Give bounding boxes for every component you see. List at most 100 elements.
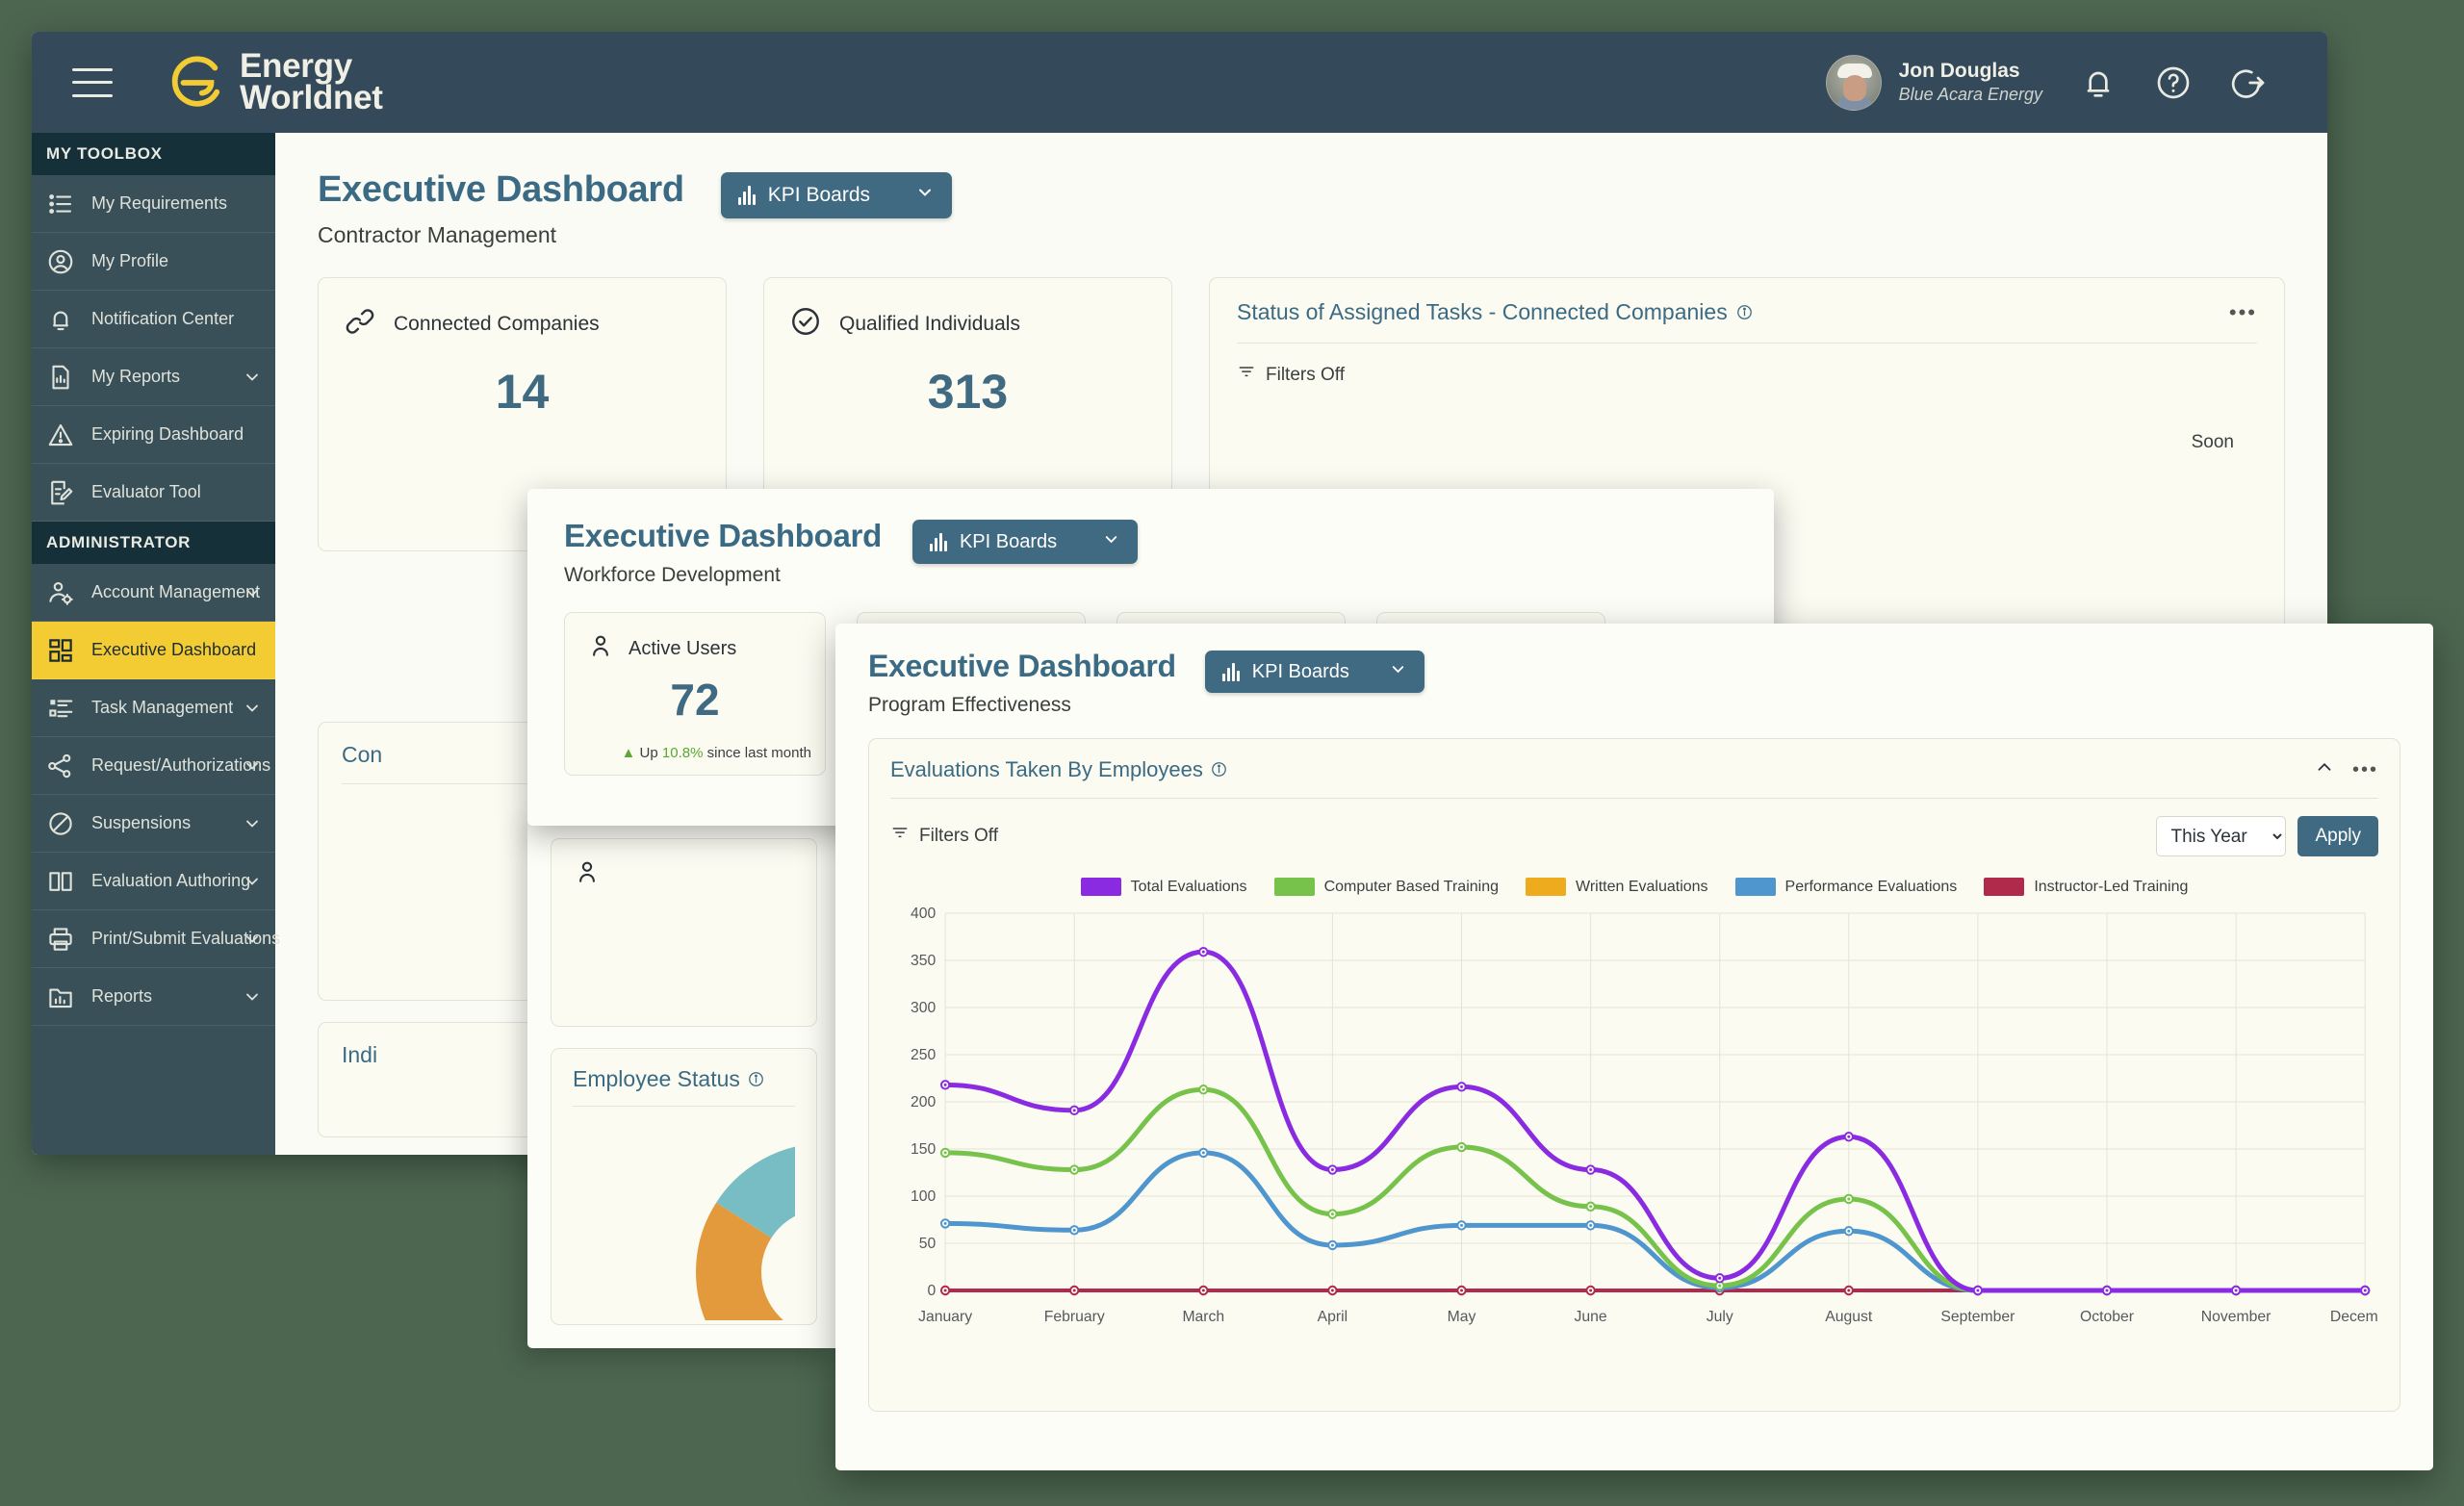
kpi-boards-label: KPI Boards xyxy=(1252,661,1349,683)
legend-item[interactable]: Total Evaluations xyxy=(1081,878,1247,896)
fragment-text-soon: Soon xyxy=(2192,432,2234,453)
page-subtitle: Workforce Development xyxy=(564,564,882,587)
date-range-select[interactable]: This Year xyxy=(2156,816,2286,856)
chevron-up-icon[interactable] xyxy=(2314,756,2335,782)
legend-swatch xyxy=(1081,878,1121,896)
sidebar-item-label: Task Management xyxy=(91,698,233,718)
legend-item[interactable]: Written Evaluations xyxy=(1526,878,1708,896)
chevron-down-icon xyxy=(243,814,262,833)
bar-chart-icon xyxy=(930,532,947,551)
info-icon[interactable] xyxy=(748,1071,764,1087)
svg-text:September: September xyxy=(1940,1309,2015,1325)
window-workforce-lower-strip: Employee Status xyxy=(527,813,840,1348)
legend-item[interactable]: Performance Evaluations xyxy=(1735,878,1958,896)
avatar xyxy=(1826,55,1882,111)
person-icon xyxy=(573,875,602,891)
help-icon[interactable] xyxy=(2154,64,2193,102)
sidebar-item-my-requirements[interactable]: My Requirements xyxy=(32,175,275,233)
menu-toggle-icon[interactable] xyxy=(72,68,113,97)
page-subtitle: Contractor Management xyxy=(318,222,684,248)
legend-label: Total Evaluations xyxy=(1131,879,1247,896)
legend-item[interactable]: Instructor-Led Training xyxy=(1984,878,2188,896)
bar-chart-icon xyxy=(1222,662,1240,681)
logout-icon[interactable] xyxy=(2229,64,2268,102)
panel-evaluations-taken-by-employees: Evaluations Taken By Employees ••• Filte… xyxy=(868,738,2400,1412)
evaluations-line-chart: 050100150200250300350400JanuaryFebruaryM… xyxy=(890,904,2378,1356)
legend-swatch xyxy=(1984,878,2024,896)
sidebar-item-label: Evaluation Authoring xyxy=(91,871,250,891)
legend-label: Performance Evaluations xyxy=(1785,879,1958,896)
sidebar-item-reports[interactable]: Reports xyxy=(32,968,275,1026)
filters-status[interactable]: Filters Off xyxy=(890,824,998,849)
filter-icon xyxy=(890,824,910,849)
svg-text:July: July xyxy=(1707,1309,1733,1325)
kpi-boards-label: KPI Boards xyxy=(768,184,870,207)
sidebar-item-suspensions[interactable]: Suspensions xyxy=(32,795,275,853)
svg-text:250: 250 xyxy=(911,1047,936,1063)
apply-button[interactable]: Apply xyxy=(2297,816,2378,856)
app-topbar: Energy Worldnet Jon Douglas Blue Acara E… xyxy=(32,32,2327,133)
sidebar-item-print-submit-evaluations[interactable]: Print/Submit Evaluations xyxy=(32,910,275,968)
chart-legend: Total Evaluations Computer Based Training… xyxy=(890,878,2378,896)
chevron-down-icon xyxy=(243,872,262,891)
filters-status[interactable]: Filters Off xyxy=(1237,363,2257,388)
stat-value: 14 xyxy=(344,364,701,420)
chevron-down-icon xyxy=(243,699,262,718)
info-icon[interactable] xyxy=(1211,761,1227,778)
ellipsis-icon[interactable]: ••• xyxy=(2229,302,2257,323)
chevron-down-icon xyxy=(915,183,935,208)
sidebar-item-task-management[interactable]: Task Management xyxy=(32,679,275,737)
ban-icon xyxy=(46,809,75,838)
panel-title: Evaluations Taken By Employees xyxy=(890,757,1203,782)
kpi-boards-dropdown[interactable]: KPI Boards xyxy=(1205,651,1424,693)
svg-text:May: May xyxy=(1448,1309,1476,1325)
sidebar-item-label: My Profile xyxy=(91,251,168,271)
list-icon xyxy=(46,190,75,218)
legend-item[interactable]: Computer Based Training xyxy=(1274,878,1499,896)
kpi-boards-dropdown[interactable]: KPI Boards xyxy=(721,172,952,218)
legend-swatch xyxy=(1526,878,1566,896)
svg-text:April: April xyxy=(1318,1309,1348,1325)
user-gear-icon xyxy=(46,578,75,607)
sidebar-item-executive-dashboard[interactable]: Executive Dashboard xyxy=(32,622,275,679)
bell-icon[interactable] xyxy=(2079,64,2118,102)
svg-text:100: 100 xyxy=(911,1188,936,1205)
sidebar-item-expiring-dashboard[interactable]: Expiring Dashboard xyxy=(32,406,275,464)
stat-label: Connected Companies xyxy=(394,313,600,336)
sidebar-item-account-management[interactable]: Account Management xyxy=(32,564,275,622)
sidebar-item-evaluation-authoring[interactable]: Evaluation Authoring xyxy=(32,853,275,910)
card-employee-status: Employee Status xyxy=(551,1048,817,1325)
check-circle-icon xyxy=(789,305,822,343)
chevron-down-icon xyxy=(243,930,262,949)
sidebar-item-label: My Requirements xyxy=(91,193,227,214)
sidebar-item-label: Evaluator Tool xyxy=(91,482,201,502)
legend-label: Written Evaluations xyxy=(1576,879,1708,896)
warning-icon xyxy=(46,421,75,449)
user-block[interactable]: Jon Douglas Blue Acara Energy xyxy=(1826,55,2042,111)
sidebar-item-notification-center[interactable]: Notification Center xyxy=(32,291,275,348)
brand-line-2: Worldnet xyxy=(240,83,383,115)
task-list-icon xyxy=(46,694,75,723)
brand-text: Energy Worldnet xyxy=(240,51,383,115)
sidebar-item-my-profile[interactable]: My Profile xyxy=(32,233,275,291)
filter-icon xyxy=(1237,363,1256,388)
ellipsis-icon[interactable]: ••• xyxy=(2352,760,2378,779)
sidebar-item-my-reports[interactable]: My Reports xyxy=(32,348,275,406)
sidebar-item-evaluator-tool[interactable]: Evaluator Tool xyxy=(32,464,275,522)
sidebar-item-request-authorizations[interactable]: Request/Authorizations xyxy=(32,737,275,795)
chevron-down-icon xyxy=(1389,660,1407,684)
kpi-boards-label: KPI Boards xyxy=(960,531,1057,553)
info-icon[interactable] xyxy=(1736,304,1753,320)
report-icon xyxy=(46,363,75,392)
user-circle-icon xyxy=(46,247,75,276)
panel-title: Status of Assigned Tasks - Connected Com… xyxy=(1237,299,1728,325)
chevron-down-icon xyxy=(1102,530,1120,554)
svg-text:50: 50 xyxy=(919,1236,937,1252)
trend-prefix: Up xyxy=(640,745,658,761)
kpi-boards-dropdown[interactable]: KPI Boards xyxy=(912,520,1138,564)
svg-text:August: August xyxy=(1825,1309,1873,1325)
sidebar-item-label: Suspensions xyxy=(91,813,191,833)
svg-text:June: June xyxy=(1575,1309,1607,1325)
person-icon xyxy=(586,632,615,666)
card-active-users xyxy=(551,838,817,1027)
